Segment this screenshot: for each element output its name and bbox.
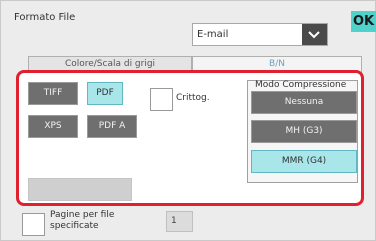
dropdown-button[interactable]: [302, 24, 327, 45]
pages-per-file-label: Pagine per file specificate: [50, 210, 114, 232]
compression-mmr-button[interactable]: MMR (G4): [251, 150, 357, 173]
format-xps-button[interactable]: XPS: [28, 115, 78, 138]
pages-label-line1: Pagine per file: [50, 210, 115, 220]
compression-none-button[interactable]: Nessuna: [251, 91, 357, 114]
ok-button[interactable]: OK: [351, 11, 376, 32]
encrypt-label: Crittog.: [176, 93, 210, 103]
format-pdf-button[interactable]: PDF: [87, 82, 123, 105]
destination-value: E-mail: [197, 29, 229, 40]
chevron-down-icon: [308, 31, 320, 39]
destination-select[interactable]: E-mail: [192, 23, 328, 46]
pages-per-file-input[interactable]: 1: [166, 211, 193, 232]
pages-per-file-checkbox[interactable]: [22, 213, 45, 236]
format-pdfa-button[interactable]: PDF A: [87, 115, 137, 138]
format-tiff-button[interactable]: TIFF: [28, 82, 78, 105]
disabled-option-button: [28, 178, 132, 201]
compression-mh-button[interactable]: MH (G3): [251, 120, 357, 143]
panel-title: Formato File: [14, 12, 76, 23]
pages-label-line2: specificate: [50, 221, 99, 231]
encrypt-checkbox[interactable]: [150, 88, 173, 111]
compression-title: Modo Compressione: [255, 80, 347, 90]
